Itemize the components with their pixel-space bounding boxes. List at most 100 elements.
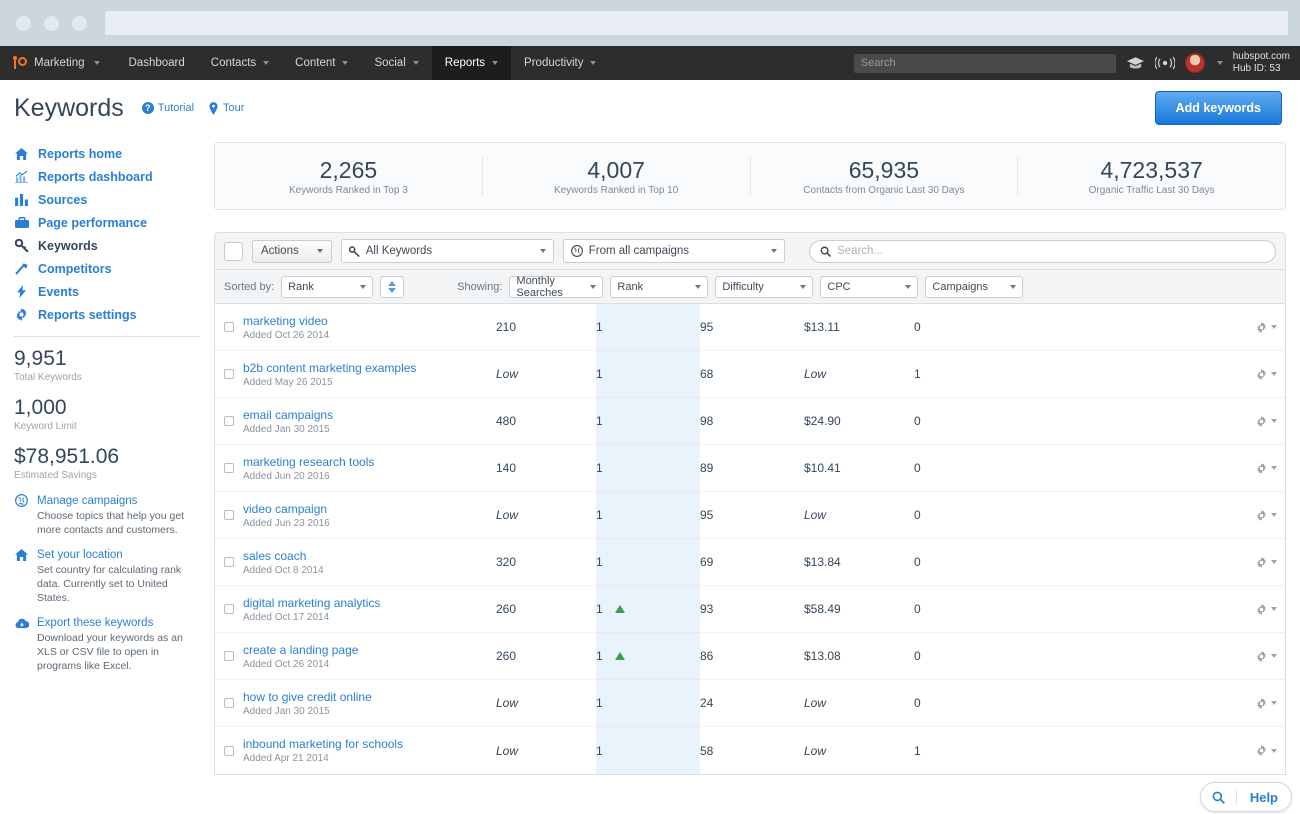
row-checkbox[interactable]	[224, 463, 234, 473]
row-checkbox-cell	[215, 698, 243, 708]
add-keywords-button[interactable]: Add keywords	[1155, 91, 1282, 125]
broadcast-signal-icon[interactable]	[1155, 56, 1175, 70]
nav-item-contacts[interactable]: Contacts	[198, 46, 282, 80]
keyword-link[interactable]: how to give credit online	[243, 690, 496, 704]
manage-campaigns-link[interactable]: Manage campaigns	[14, 494, 202, 507]
page-body: Reports home Reports dashboard Sources P…	[0, 136, 1300, 814]
sidebar: Reports home Reports dashboard Sources P…	[0, 136, 214, 814]
sidebar-item-sources[interactable]: Sources	[14, 188, 214, 211]
keyword-link[interactable]: marketing video	[243, 314, 496, 328]
row-checkbox[interactable]	[224, 416, 234, 426]
chevron-down-icon	[590, 285, 596, 289]
keyword-link[interactable]: sales coach	[243, 549, 496, 563]
account-info[interactable]: hubspot.com Hub ID: 53	[1233, 51, 1290, 75]
sidebar-item-reports-home[interactable]: Reports home	[14, 142, 214, 165]
column-selector-difficulty[interactable]: Difficulty	[715, 276, 813, 298]
chevron-down-icon[interactable]	[1217, 61, 1223, 65]
nav-item-social[interactable]: Social	[361, 46, 431, 80]
row-checkbox[interactable]	[224, 604, 234, 614]
row-actions-menu[interactable]	[1245, 369, 1285, 380]
minimize-window-dot[interactable]	[44, 16, 59, 31]
header-links: ? Tutorial Tour	[142, 102, 245, 115]
table-row[interactable]: sales coachAdded Oct 8 2014320169$13.840	[215, 539, 1285, 586]
chevron-down-icon	[413, 61, 419, 65]
cpc-cell: $58.49	[804, 602, 914, 616]
rank-value: 1	[596, 649, 603, 663]
keyword-link[interactable]: b2b content marketing examples	[243, 361, 496, 375]
row-checkbox[interactable]	[224, 746, 234, 756]
keyword-link[interactable]: digital marketing analytics	[243, 596, 496, 610]
column-label: Rank	[617, 281, 643, 293]
row-checkbox[interactable]	[224, 651, 234, 661]
column-selector-cpc[interactable]: CPC	[820, 276, 918, 298]
row-checkbox[interactable]	[224, 510, 234, 520]
select-all-checkbox[interactable]	[224, 242, 243, 261]
row-actions-menu[interactable]	[1245, 604, 1285, 615]
keyword-link[interactable]: video campaign	[243, 502, 496, 516]
graduation-cap-icon[interactable]	[1126, 56, 1145, 70]
nav-item-productivity[interactable]: Productivity	[511, 46, 609, 80]
keyword-link[interactable]: marketing research tools	[243, 455, 496, 469]
set-your-location-link[interactable]: Set your location	[14, 549, 202, 561]
nav-item-marketing[interactable]: Marketing	[0, 46, 116, 80]
summary-stat-label: Keywords Ranked in Top 3	[215, 185, 482, 196]
sidebar-item-page-performance[interactable]: Page performance	[14, 211, 214, 234]
table-row[interactable]: create a landing pageAdded Oct 26 201426…	[215, 633, 1285, 680]
table-search-input[interactable]	[837, 245, 1265, 257]
close-window-dot[interactable]	[16, 16, 31, 31]
nav-item-dashboard[interactable]: Dashboard	[116, 46, 198, 80]
table-row[interactable]: marketing research toolsAdded Jun 20 201…	[215, 445, 1285, 492]
sidebar-item-reports-dashboard[interactable]: Reports dashboard	[14, 165, 214, 188]
keyword-link[interactable]: inbound marketing for schools	[243, 737, 496, 751]
row-actions-menu[interactable]	[1245, 651, 1285, 662]
table-row[interactable]: b2b content marketing examplesAdded May …	[215, 351, 1285, 398]
table-row[interactable]: how to give credit onlineAdded Jan 30 20…	[215, 680, 1285, 727]
sorted-by-dropdown[interactable]: Rank	[281, 276, 373, 298]
table-row[interactable]: email campaignsAdded Jan 30 2015480198$2…	[215, 398, 1285, 445]
user-avatar[interactable]	[1185, 53, 1205, 73]
row-actions-menu[interactable]	[1245, 698, 1285, 709]
help-search-icon[interactable]	[1201, 789, 1237, 806]
campaign-filter-dropdown[interactable]: From all campaigns	[563, 239, 785, 263]
row-actions-menu[interactable]	[1245, 510, 1285, 521]
global-search-input[interactable]	[854, 54, 1116, 73]
keyword-link[interactable]: create a landing page	[243, 643, 496, 657]
column-selector-campaigns[interactable]: Campaigns	[925, 276, 1023, 298]
table-row[interactable]: inbound marketing for schools Added Apr 2…	[215, 727, 1285, 774]
row-actions-menu[interactable]	[1245, 322, 1285, 333]
row-actions-menu[interactable]	[1245, 416, 1285, 427]
help-widget[interactable]: Help	[1200, 782, 1292, 812]
row-actions-menu[interactable]	[1245, 463, 1285, 474]
column-selector-monthly-searches[interactable]: Monthly Searches	[509, 276, 603, 298]
row-checkbox-cell	[215, 604, 243, 614]
table-row[interactable]: digital marketing analyticsAdded Oct 17 …	[215, 586, 1285, 633]
maximize-window-dot[interactable]	[72, 16, 87, 31]
sort-direction-toggle[interactable]	[380, 276, 404, 298]
export-these-keywords-link[interactable]: Export these keywords	[14, 617, 202, 629]
tutorial-link[interactable]: ? Tutorial	[142, 102, 194, 114]
sidebar-item-reports-settings[interactable]: Reports settings	[14, 303, 214, 326]
row-checkbox[interactable]	[224, 369, 234, 379]
row-checkbox[interactable]	[224, 322, 234, 332]
actions-dropdown[interactable]: Actions	[252, 240, 332, 263]
row-checkbox[interactable]	[224, 698, 234, 708]
column-selector-rank[interactable]: Rank	[610, 276, 708, 298]
row-actions-menu[interactable]	[1245, 745, 1285, 756]
browser-address-bar[interactable]	[105, 11, 1288, 35]
tour-link[interactable]: Tour	[208, 102, 244, 115]
table-row[interactable]: video campaignAdded Jun 23 2016Low195Low…	[215, 492, 1285, 539]
table-row[interactable]: marketing videoAdded Oct 26 2014210195$1…	[215, 304, 1285, 351]
row-actions-menu[interactable]	[1245, 557, 1285, 568]
row-checkbox[interactable]	[224, 557, 234, 567]
window-traffic-lights	[16, 16, 87, 31]
nav-item-content[interactable]: Content	[282, 46, 361, 80]
keyword-cell: video campaignAdded Jun 23 2016	[243, 502, 496, 529]
nav-item-reports[interactable]: Reports	[432, 46, 511, 80]
sidebar-item-competitors[interactable]: Competitors	[14, 257, 214, 280]
table-search-box[interactable]	[809, 240, 1276, 263]
keyword-link[interactable]: email campaigns	[243, 408, 496, 422]
sidebar-item-events[interactable]: Events	[14, 280, 214, 303]
keyword-filter-dropdown[interactable]: All Keywords	[341, 239, 554, 263]
keyword-added-date: Added Apr 21 2014	[243, 753, 496, 764]
sidebar-item-keywords[interactable]: Keywords	[14, 234, 214, 257]
